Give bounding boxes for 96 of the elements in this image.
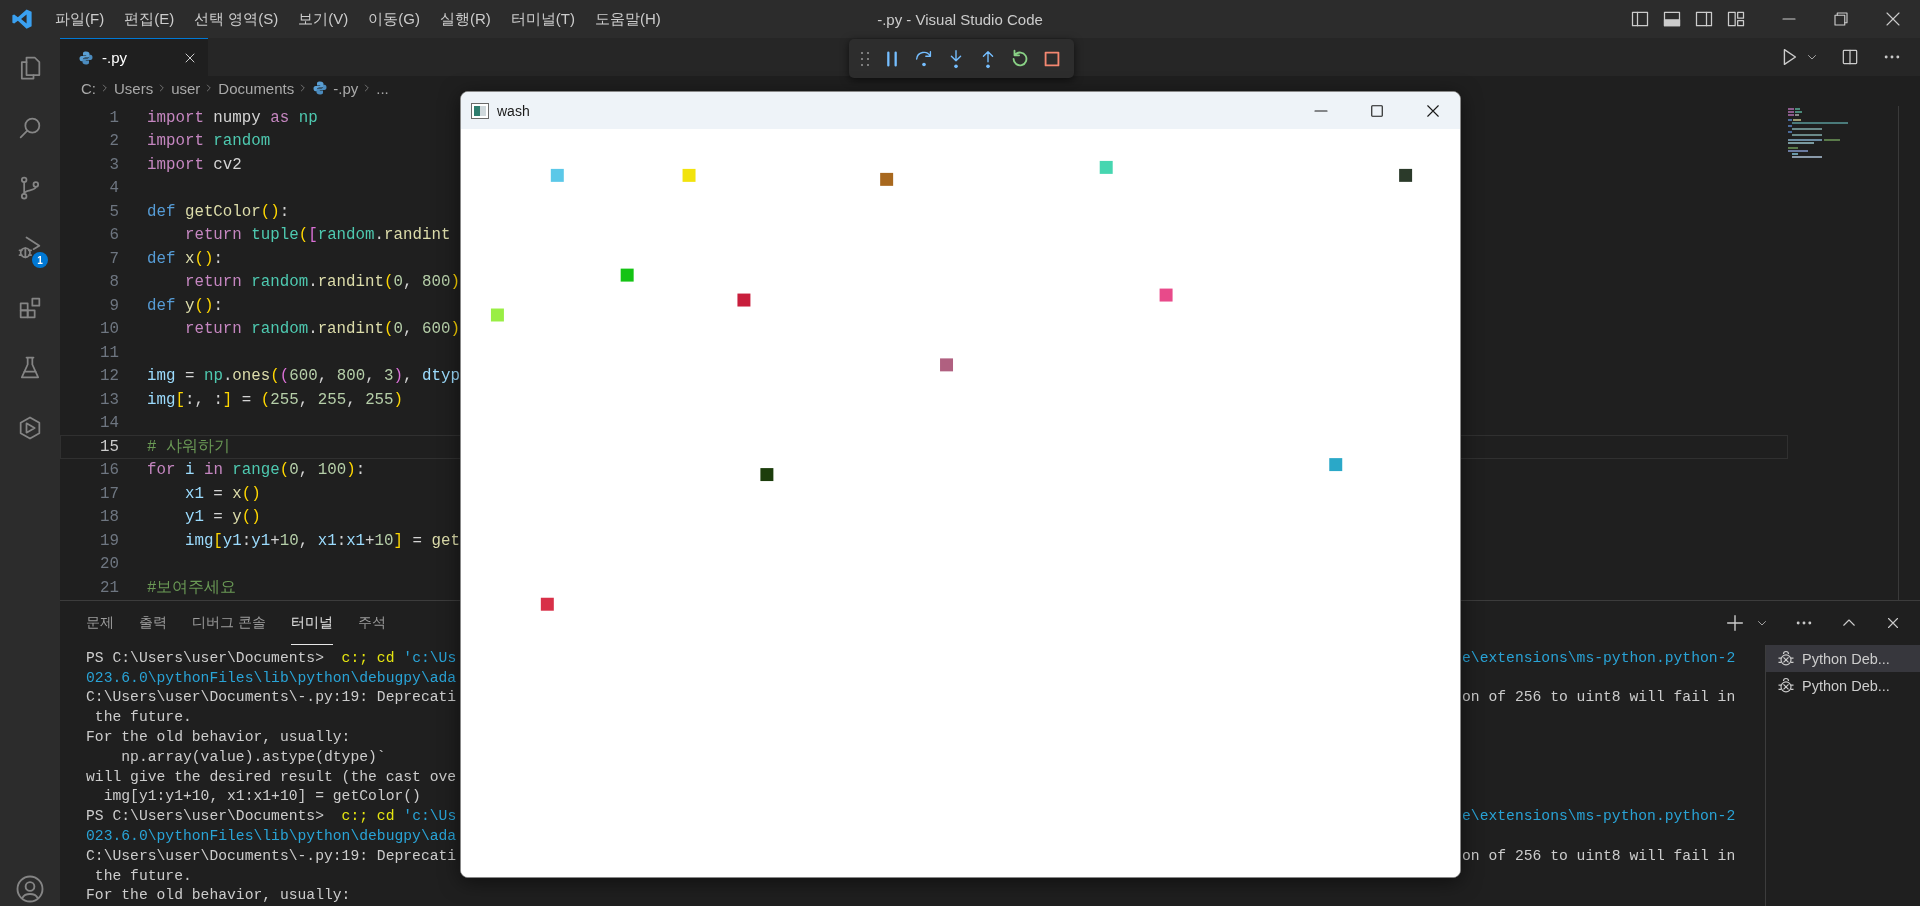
account-icon[interactable] xyxy=(15,874,45,904)
code-line: return random.randint(0, 800) xyxy=(183,273,460,292)
panel-tab[interactable]: 문제 xyxy=(86,601,114,645)
code-line: img = np.ones((600, 800, 3), dtyp xyxy=(147,367,460,386)
close-icon[interactable] xyxy=(1884,10,1902,28)
code-line: #보여주세요 xyxy=(147,578,237,599)
notification-badge: 1 xyxy=(32,252,48,268)
toggle-panel-icon[interactable] xyxy=(1662,9,1682,29)
split-editor-icon[interactable] xyxy=(1840,47,1860,67)
code-line: return tuple([random.randint xyxy=(183,226,451,245)
panel-tab[interactable]: 디버그 콘솔 xyxy=(192,601,266,645)
code-line: import random xyxy=(147,132,271,151)
line-number: 6 xyxy=(108,226,119,245)
line-number: 18 xyxy=(99,508,119,527)
code-line: import cv2 xyxy=(147,155,242,174)
breadcrumb-item[interactable]: user xyxy=(171,79,201,97)
panel-tab[interactable]: 출력 xyxy=(139,601,167,645)
line-number: 1 xyxy=(108,108,119,127)
line-number: 19 xyxy=(99,531,119,550)
terminal-line: For the old behavior, usually: xyxy=(86,729,351,746)
line-number: 11 xyxy=(99,343,119,362)
terminal-line: the future. xyxy=(93,867,192,884)
terminal-line: C:\Users\user\Documents\-.py:19: Deprecati xyxy=(86,847,457,864)
drag-handle-icon[interactable] xyxy=(859,49,871,68)
line-number: 21 xyxy=(99,578,119,597)
line-number: 9 xyxy=(108,296,119,315)
window-title: -.py - Visual Studio Code xyxy=(877,10,1043,28)
breadcrumb-item[interactable]: Documents xyxy=(218,79,295,97)
terminal-line: PS C:\Users\user\Documents> c:; cd 'c:\Us xyxy=(86,649,457,666)
line-number: 13 xyxy=(99,390,119,409)
customize-layout-icon[interactable] xyxy=(1726,9,1746,29)
menu-item[interactable]: 도움말(H) xyxy=(585,9,671,29)
line-number: 15 xyxy=(99,437,119,456)
line-number: 16 xyxy=(99,461,119,480)
panel-tab[interactable]: 터미널 xyxy=(290,601,333,645)
line-number: 4 xyxy=(108,179,119,198)
menu-item[interactable]: 보기(V) xyxy=(288,9,359,29)
editor-tab[interactable]: -.py xyxy=(60,38,208,76)
menu-item[interactable]: 실행(R) xyxy=(430,9,501,29)
toggle-sidebar-icon[interactable] xyxy=(1630,9,1650,29)
line-number: 2 xyxy=(108,132,119,151)
terminal-line: img[y1:y1+10, x1:x1+10] = getColor() xyxy=(102,788,421,805)
terminal-line: e\extensions\ms-python.python-2 xyxy=(1462,808,1736,825)
terminal-session[interactable]: Python Deb... xyxy=(1766,645,1920,672)
code-line: x1 = x() xyxy=(183,484,261,503)
line-number: 14 xyxy=(99,414,119,433)
menu-item[interactable]: 편집(E) xyxy=(114,9,185,29)
terminal-line: np.array(value).astype(dtype)` xyxy=(120,748,386,765)
line-number: 20 xyxy=(99,555,119,574)
menu-item[interactable]: 선택 영역(S) xyxy=(184,9,289,29)
code-line: # 샤워하기 xyxy=(147,437,230,458)
plus-icon[interactable] xyxy=(1724,612,1746,634)
breadcrumb-item[interactable]: Users xyxy=(114,79,154,97)
terminal-line: 023.6.0\pythonFiles\lib\python\debugpy\ada xyxy=(86,669,457,686)
terminal-line: e\extensions\ms-python.python-2 xyxy=(1462,649,1736,666)
line-number: 17 xyxy=(99,484,119,503)
line-number: 8 xyxy=(108,273,119,292)
line-number: 10 xyxy=(99,320,119,339)
terminal-line: on of 256 to uint8 will fail in xyxy=(1462,689,1736,706)
terminal-line: will give the desired result (the cast ove xyxy=(86,768,457,785)
breadcrumb-item[interactable]: C: xyxy=(81,79,96,97)
code-line: y1 = y() xyxy=(183,508,261,527)
code-line: img[:, :] = (255, 255, 255) xyxy=(147,390,404,409)
minimap-drawing[interactable] xyxy=(1788,108,1850,160)
terminal-line: the future. xyxy=(93,709,192,726)
menu-item[interactable]: 이동(G) xyxy=(358,9,430,29)
code-line: img[y1:y1+10, x1:x1+10] = get xyxy=(183,531,460,550)
terminal-line: C:\Users\user\Documents\-.py:19: Deprecati xyxy=(86,689,457,706)
breadcrumb-item[interactable]: -.py xyxy=(312,79,359,97)
terminal-session[interactable]: Python Deb... xyxy=(1766,672,1920,699)
code-line: return random.randint(0, 600) xyxy=(183,320,460,339)
code-line: for i in range(0, 100): xyxy=(147,461,366,480)
breadcrumb-item[interactable]: ... xyxy=(376,79,389,97)
code-line: import numpy as np xyxy=(147,108,318,127)
code-line: def getColor(): xyxy=(147,202,290,221)
terminal-line: on of 256 to uint8 will fail in xyxy=(1462,847,1736,864)
toggle-secondary-sidebar-icon[interactable] xyxy=(1694,9,1714,29)
terminal-line: For the old behavior, usually: xyxy=(86,887,351,904)
line-number: 3 xyxy=(108,155,119,174)
restore-icon[interactable] xyxy=(1832,10,1850,28)
terminal-line: PS C:\Users\user\Documents> c:; cd 'c:\Us xyxy=(86,808,457,825)
app-logo-icon[interactable] xyxy=(11,8,33,30)
menu-item[interactable]: 터미널(T) xyxy=(500,9,585,29)
python-file-icon xyxy=(78,49,94,66)
window-title: wash xyxy=(497,102,530,119)
line-number: 5 xyxy=(108,202,119,221)
panel-tab[interactable]: 주석 xyxy=(357,601,386,645)
python-file-icon xyxy=(312,80,329,96)
menu-item[interactable]: 파일(F) xyxy=(45,9,115,29)
code-line: def x(): xyxy=(147,249,223,268)
window-icon xyxy=(471,102,489,119)
line-number: 12 xyxy=(99,367,119,386)
line-number: 7 xyxy=(108,249,119,268)
chevron-right-icon xyxy=(100,81,110,95)
code-line: def y(): xyxy=(147,296,223,315)
terminal-line: 023.6.0\pythonFiles\lib\python\debugpy\ada xyxy=(86,828,457,845)
